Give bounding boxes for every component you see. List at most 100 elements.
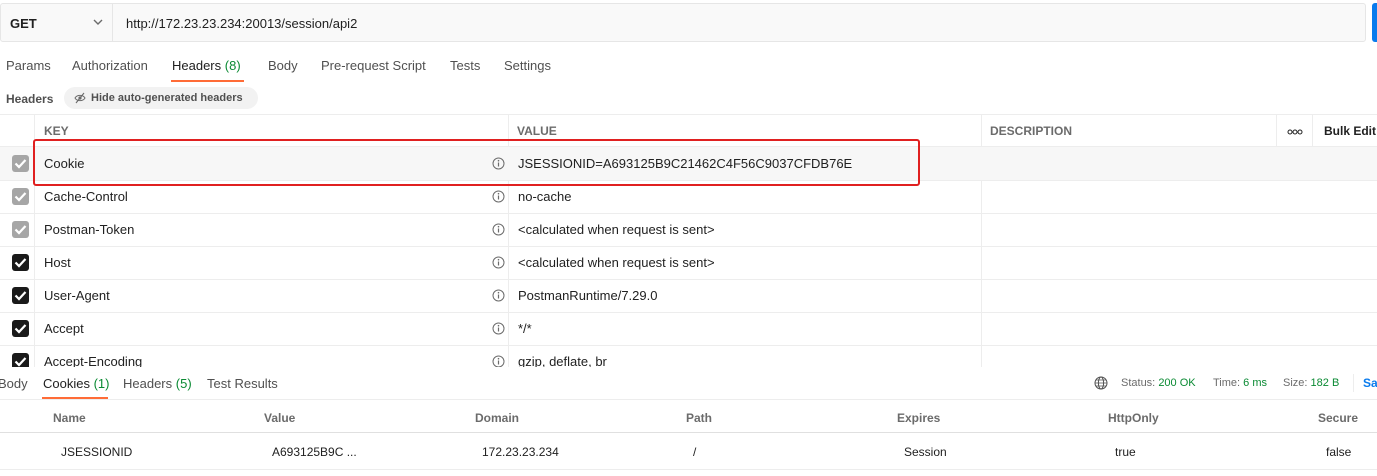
send-button[interactable] [1372,3,1377,42]
tab-label: Authorization [72,58,148,73]
globe-icon[interactable] [1094,376,1108,390]
header-key[interactable]: Postman-Token [44,222,134,237]
row-checkbox[interactable] [12,221,29,238]
hide-auto-generated-label: Hide auto-generated headers [91,92,243,104]
header-key[interactable]: Accept-Encoding [44,354,142,367]
tab-headers[interactable]: Headers (8) [172,58,241,73]
url-input[interactable]: http://172.23.23.234:20013/session/api2 [126,16,357,31]
header-row: Accept */* [0,312,1377,345]
cookie-column-domain: Domain [475,411,520,425]
status-readout: Status: 200 OK [1121,377,1196,389]
info-icon[interactable] [492,190,505,203]
save-response-button[interactable]: Sa [1363,376,1377,390]
cookie-column-path: Path [686,411,713,425]
column-header-value: VALUE [517,124,557,138]
header-row: Postman-Token <calculated when request i… [0,213,1377,246]
table-divider [0,399,1377,400]
table-divider [0,432,1377,433]
checkbox-icon [14,159,27,169]
header-row: Host <calculated when request is sent> [0,246,1377,279]
header-value[interactable]: */* [518,321,532,336]
checkbox-icon [14,357,27,367]
headers-section-label: Headers [6,92,54,106]
info-icon[interactable] [492,322,505,335]
bulk-edit-link[interactable]: Bulk Edit [1324,124,1376,138]
more-dots-icon[interactable] [1287,129,1303,135]
header-value[interactable]: PostmanRuntime/7.29.0 [518,288,657,303]
column-header-description: DESCRIPTION [990,124,1073,138]
header-key[interactable]: Host [44,255,71,270]
method-select[interactable]: GET [1,4,113,41]
tab-label: Body [0,376,28,391]
info-icon[interactable] [492,256,505,269]
method-label: GET [10,16,37,31]
info-icon[interactable] [492,355,505,367]
time-readout: Time: 6 ms [1213,377,1267,389]
header-key[interactable]: Cache-Control [44,189,128,204]
status-label: Status: [1121,377,1156,389]
response-tab-body[interactable]: Body [0,376,28,391]
header-value[interactable]: <calculated when request is sent> [518,222,715,237]
tab-tests[interactable]: Tests [450,58,480,73]
header-key[interactable]: Accept [44,321,84,336]
cookie-column-expires: Expires [897,411,941,425]
tab-settings[interactable]: Settings [504,58,551,73]
tab-label: Headers [123,376,173,391]
tab-pre-request-script[interactable]: Pre-request Script [321,58,426,73]
row-checkbox[interactable] [12,320,29,337]
cookie-column-name: Name [53,411,86,425]
header-value[interactable]: <calculated when request is sent> [518,255,715,270]
checkbox-icon [14,291,27,301]
cookie-name: JSESSIONID [61,445,133,459]
hide-auto-generated-button[interactable]: Hide auto-generated headers [64,87,258,109]
column-divider [1353,374,1354,392]
response-tab-test-results[interactable]: Test Results [207,376,278,391]
tab-authorization[interactable]: Authorization [72,58,148,73]
chevron-down-icon [93,19,103,25]
header-value[interactable]: gzip, deflate, br [518,354,607,367]
info-icon[interactable] [492,223,505,236]
highlight-annotation [33,139,920,186]
info-icon[interactable] [492,289,505,302]
tab-params[interactable]: Params [6,58,51,73]
tab-label: Cookies [43,376,90,391]
time-value: 6 ms [1243,377,1267,389]
header-key[interactable]: User-Agent [44,288,110,303]
header-row: User-Agent PostmanRuntime/7.29.0 [0,279,1377,312]
response-tab-headers[interactable]: Headers (5) [123,376,192,391]
size-label: Size: [1283,377,1308,389]
tab-body[interactable]: Body [268,58,298,73]
row-checkbox[interactable] [12,353,29,367]
tab-label: Headers [172,58,222,73]
checkbox-icon [14,225,27,235]
tab-label: Settings [504,58,551,73]
row-checkbox[interactable] [12,188,29,205]
tab-count: (1) [93,376,110,391]
response-tab-cookies[interactable]: Cookies (1) [43,376,109,391]
table-divider [0,114,1377,115]
checkbox-icon [14,324,27,334]
checkbox-icon [14,258,27,268]
checkbox-icon [14,192,27,202]
tab-count: (8) [224,58,241,73]
cookie-column-secure: Secure [1318,411,1359,425]
tab-label: Body [268,58,298,73]
eye-off-icon [74,92,86,104]
cookie-value: A693125B9C ... [272,445,357,459]
table-divider [0,469,1377,470]
tab-label: Pre-request Script [321,58,426,73]
row-checkbox[interactable] [12,155,29,172]
tab-count: (5) [175,376,192,391]
tab-label: Params [6,58,51,73]
status-value: 200 OK [1158,377,1196,389]
row-checkbox[interactable] [12,254,29,271]
tab-label: Test Results [207,376,278,391]
cookie-path: / [693,445,697,459]
cookie-domain: 172.23.23.234 [482,445,559,459]
cookie-secure: false [1326,445,1352,459]
column-header-key: KEY [44,124,69,138]
header-value[interactable]: no-cache [518,189,571,204]
row-checkbox[interactable] [12,287,29,304]
time-label: Time: [1213,377,1241,389]
tab-label: Tests [450,58,481,73]
